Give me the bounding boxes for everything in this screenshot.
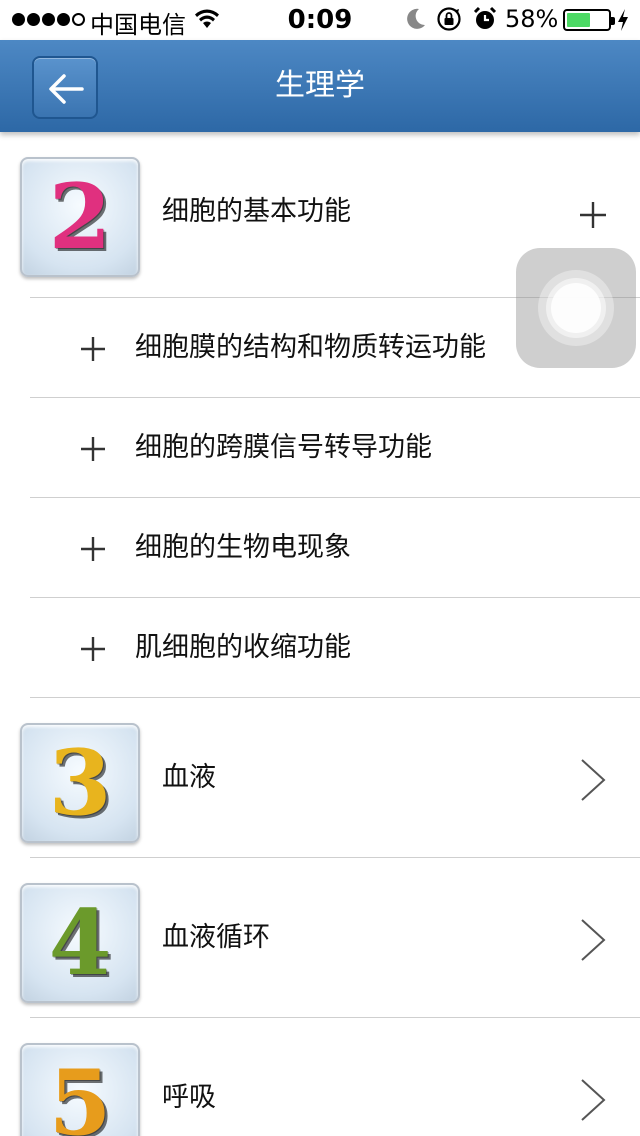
chapter-number: 4: [48, 890, 112, 996]
battery-percentage: 58%: [505, 5, 559, 33]
chapter-number-tile: 3: [20, 723, 140, 843]
chapter-row-5[interactable]: 5 呼吸: [0, 1018, 640, 1136]
chapter-title: 呼吸: [162, 1082, 216, 1113]
plus-icon: [81, 337, 105, 361]
expand-plus-icon[interactable]: [578, 192, 608, 236]
chapter-number-tile: 2: [20, 157, 140, 277]
section-item-signal-transduction[interactable]: 细胞的跨膜信号转导功能: [0, 398, 640, 498]
section-title: 细胞的跨膜信号转导功能: [135, 432, 432, 463]
chapter-title: 细胞的基本功能: [162, 196, 351, 227]
chapter-number: 5: [48, 1050, 112, 1136]
chapter-title: 血液循环: [162, 922, 270, 953]
section-title: 肌细胞的收缩功能: [135, 632, 351, 663]
back-button[interactable]: [32, 56, 98, 119]
chapter-number-tile: 5: [20, 1043, 140, 1136]
back-arrow-icon: [49, 74, 84, 104]
chapter-number: 3: [48, 730, 112, 836]
section-title: 细胞的生物电现象: [135, 532, 351, 563]
rotation-lock-icon: [437, 7, 461, 31]
do-not-disturb-moon-icon: [407, 8, 425, 29]
status-bar: 中国电信 0:09 58%: [0, 0, 640, 40]
section-title: 细胞膜的结构和物质转运功能: [135, 332, 486, 363]
plus-icon: [81, 437, 105, 461]
battery-icon: [563, 9, 615, 31]
chapter-number-tile: 4: [20, 883, 140, 1003]
chapter-number: 2: [48, 164, 112, 270]
section-item-bioelectric[interactable]: 细胞的生物电现象: [0, 498, 640, 598]
chevron-right-icon: [581, 919, 606, 961]
chapter-title: 血液: [162, 762, 216, 793]
plus-icon: [81, 637, 105, 661]
assistive-touch-button[interactable]: [516, 248, 636, 368]
chevron-right-icon: [581, 1079, 606, 1121]
plus-icon: [81, 537, 105, 561]
chapter-row-3[interactable]: 3 血液: [0, 698, 640, 858]
navigation-bar: 生理学: [0, 40, 640, 132]
alarm-clock-icon: [473, 6, 497, 29]
section-item-muscle-contraction[interactable]: 肌细胞的收缩功能: [0, 598, 640, 698]
chevron-right-icon: [581, 759, 606, 801]
chapter-row-4[interactable]: 4 血液循环: [0, 858, 640, 1018]
charging-bolt-icon: [618, 9, 628, 31]
